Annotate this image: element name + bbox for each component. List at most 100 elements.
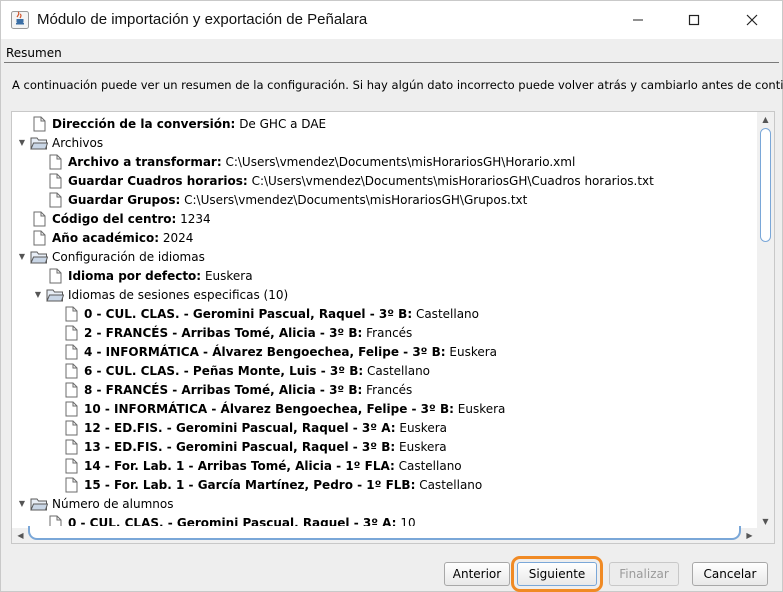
node-value: Castellano: [415, 306, 479, 321]
document-icon: [46, 268, 64, 284]
vertical-scrollbar[interactable]: ▲ ▼: [757, 112, 774, 529]
node-key: 0 - CUL. CLAS. - Geromini Pascual, Raque…: [84, 306, 413, 321]
maximize-icon: [688, 14, 700, 26]
summary-description: A continuación puede ver un resumen de l…: [12, 78, 783, 92]
folder-open-icon: [30, 135, 49, 151]
node-key: 2 - FRANCÉS - Arribas Tomé, Alicia - 3º …: [84, 325, 363, 340]
document-icon: [30, 230, 48, 246]
cancel-button[interactable]: Cancelar: [692, 562, 768, 586]
node-key: 14 - For. Lab. 1 - Arribas Tomé, Alicia …: [84, 458, 395, 473]
vertical-scroll-thumb[interactable]: [760, 128, 771, 242]
node-key: Idioma por defecto:: [68, 268, 202, 283]
tree-leaf-node[interactable]: Archivo a transformar: C:\Users\vmendez\…: [32, 152, 575, 171]
section-title: Resumen: [6, 46, 62, 60]
tree-viewport: Dirección de la conversión: De GHC a DAE…: [12, 112, 758, 529]
scroll-down-arrow-icon[interactable]: ▼: [757, 517, 774, 526]
document-icon: [62, 477, 80, 493]
node-key: 13 - ED.FIS. - Geromini Pascual, Raquel …: [84, 439, 396, 454]
window-title: Módulo de importación y exportación de P…: [37, 11, 368, 28]
next-button[interactable]: Siguiente: [511, 556, 603, 592]
tree-leaf-node[interactable]: 15 - For. Lab. 1 - García Martínez, Pedr…: [48, 475, 482, 494]
node-value: C:\Users\vmendez\Documents\misHorariosGH…: [184, 192, 528, 207]
document-icon: [46, 173, 64, 189]
node-value: Francés: [366, 382, 413, 397]
node-value: Número de alumnos: [52, 496, 174, 511]
tree-leaf-node[interactable]: Dirección de la conversión: De GHC a DAE: [16, 114, 326, 133]
node-value: Castellano: [366, 363, 431, 378]
document-icon: [62, 344, 80, 360]
minimize-button[interactable]: [615, 1, 661, 39]
node-key: Año académico:: [52, 230, 160, 245]
node-key: Guardar Cuadros horarios:: [68, 173, 248, 188]
document-icon: [62, 458, 80, 474]
maximize-button[interactable]: [671, 1, 717, 39]
node-key: 8 - FRANCÉS - Arribas Tomé, Alicia - 3º …: [84, 382, 363, 397]
expand-toggle-icon[interactable]: ▼: [16, 499, 28, 508]
node-value: 2024: [162, 230, 194, 245]
summary-tree[interactable]: Dirección de la conversión: De GHC a DAE…: [11, 111, 775, 544]
scroll-right-arrow-icon[interactable]: ▶: [741, 531, 758, 540]
java-app-icon: [11, 11, 29, 29]
horizontal-scroll-thumb[interactable]: [28, 526, 741, 540]
tree-leaf-node[interactable]: 6 - CUL. CLAS. - Peñas Monte, Luis - 3º …: [48, 361, 430, 380]
document-icon: [62, 325, 80, 341]
node-value: De GHC a DAE: [239, 116, 327, 131]
node-key: 15 - For. Lab. 1 - García Martínez, Pedr…: [84, 477, 416, 492]
node-key: Dirección de la conversión:: [52, 116, 236, 131]
tree-leaf-node[interactable]: 4 - INFORMÁTICA - Álvarez Bengoechea, Fe…: [48, 342, 497, 361]
document-icon: [46, 154, 64, 170]
tree-folder-node[interactable]: ▼ Número de alumnos: [16, 494, 174, 513]
scroll-up-arrow-icon[interactable]: ▲: [757, 115, 774, 124]
node-value: C:\Users\vmendez\Documents\misHorariosGH…: [225, 154, 576, 169]
tree-leaf-node[interactable]: 0 - CUL. CLAS. - Geromini Pascual, Raque…: [48, 304, 479, 323]
node-key: 10 - INFORMÁTICA - Álvarez Bengoechea, F…: [84, 401, 454, 416]
horizontal-scrollbar[interactable]: ◀ ▶: [12, 526, 758, 543]
node-value: Configuración de idiomas: [52, 249, 205, 264]
document-icon: [30, 211, 48, 227]
tree-leaf-node[interactable]: 12 - ED.FIS. - Geromini Pascual, Raquel …: [48, 418, 447, 437]
expand-toggle-icon[interactable]: ▼: [32, 290, 44, 299]
tree-folder-node[interactable]: ▼ Idiomas de sesiones especificas (10): [32, 285, 288, 304]
dialog-window: Módulo de importación y exportación de P…: [0, 0, 783, 592]
document-icon: [62, 401, 80, 417]
node-value: Archivos: [52, 135, 104, 150]
node-key: 6 - CUL. CLAS. - Peñas Monte, Luis - 3º …: [84, 363, 364, 378]
section-divider: [4, 62, 779, 63]
tree-leaf-node[interactable]: Año académico: 2024: [16, 228, 193, 247]
tree-leaf-node[interactable]: 14 - For. Lab. 1 - Arribas Tomé, Alicia …: [48, 456, 462, 475]
tree-leaf-node[interactable]: Código del centro: 1234: [16, 209, 211, 228]
expand-toggle-icon[interactable]: ▼: [16, 138, 28, 147]
title-bar[interactable]: Módulo de importación y exportación de P…: [1, 1, 782, 39]
tree-folder-node[interactable]: ▼ Archivos: [16, 133, 103, 152]
document-icon: [62, 420, 80, 436]
expand-toggle-icon[interactable]: ▼: [16, 252, 28, 261]
minimize-icon: [633, 19, 643, 21]
document-icon: [62, 363, 80, 379]
tree-leaf-node[interactable]: 8 - FRANCÉS - Arribas Tomé, Alicia - 3º …: [48, 380, 412, 399]
finish-button: Finalizar: [609, 562, 679, 586]
folder-open-icon: [46, 287, 65, 303]
node-key: Código del centro:: [52, 211, 177, 226]
close-button[interactable]: [729, 1, 775, 39]
tree-leaf-node[interactable]: Guardar Cuadros horarios: C:\Users\vmend…: [32, 171, 654, 190]
document-icon: [62, 439, 80, 455]
tree-folder-node[interactable]: ▼ Configuración de idiomas: [16, 247, 205, 266]
node-value: Euskera: [457, 401, 506, 416]
tree-leaf-node[interactable]: Guardar Grupos: C:\Users\vmendez\Documen…: [32, 190, 527, 209]
node-key: Guardar Grupos:: [68, 192, 181, 207]
node-value: C:\Users\vmendez\Documents\misHorariosGH…: [251, 173, 654, 188]
scroll-left-arrow-icon[interactable]: ◀: [12, 531, 29, 540]
node-value: Idiomas de sesiones especificas (10): [68, 287, 289, 302]
document-icon: [30, 116, 48, 132]
tree-leaf-node[interactable]: Idioma por defecto: Euskera: [32, 266, 253, 285]
scroll-corner: [757, 528, 774, 543]
tree-leaf-node[interactable]: 2 - FRANCÉS - Arribas Tomé, Alicia - 3º …: [48, 323, 412, 342]
previous-button[interactable]: Anterior: [444, 562, 510, 586]
node-key: 4 - INFORMÁTICA - Álvarez Bengoechea, Fe…: [84, 344, 446, 359]
node-key: Archivo a transformar:: [68, 154, 222, 169]
tree-leaf-node[interactable]: 13 - ED.FIS. - Geromini Pascual, Raquel …: [48, 437, 447, 456]
node-value: Euskera: [399, 439, 447, 454]
node-value: 1234: [180, 211, 211, 226]
close-icon: [746, 14, 758, 26]
tree-leaf-node[interactable]: 10 - INFORMÁTICA - Álvarez Bengoechea, F…: [48, 399, 505, 418]
